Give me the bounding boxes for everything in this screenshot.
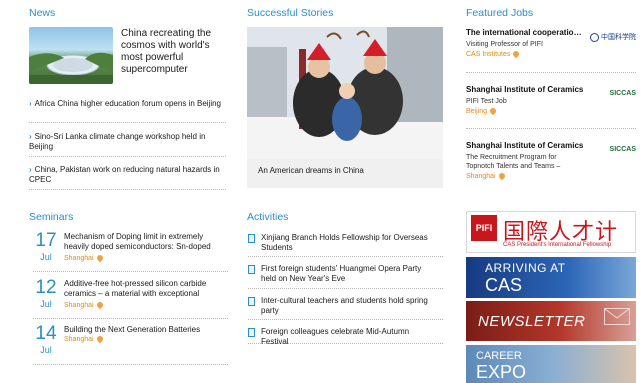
story-photo [247,27,443,159]
job-location: CAS Institutes [466,49,636,59]
chevron-right-icon: › [29,132,32,141]
news-item-title[interactable]: Sino-Sri Lanka climate change workshop h… [29,132,205,151]
seminar-day: 17 [35,230,57,251]
job-title[interactable]: Shanghai Institute of Ceramics [466,85,584,95]
job-location: Beijing [466,106,636,116]
envelope-icon [604,308,630,325]
activity-item[interactable]: First foreign students' Huangmei Opera P… [248,264,443,289]
banner-line-1: ARRIVING AT [485,261,566,275]
activity-title[interactable]: Xinjiang Branch Holds Fellowship for Ove… [261,233,437,253]
location-pin-icon [95,334,104,344]
seminars-heading: Seminars [29,211,74,223]
seminar-location: Shanghai [64,300,104,310]
job-title[interactable]: Shanghai Institute of Ceramics [466,141,584,151]
seminar-item[interactable]: 17 Jul Mechanism of Doping limit in extr… [33,230,228,272]
pifi-logo-mark: PIFI [471,215,497,241]
siccas-logo: SICCAS [586,146,636,160]
location-pin-icon [95,253,104,263]
pifi-banner[interactable]: PIFI 国際人才计划 CAS President's Internationa… [466,211,636,253]
arriving-at-cas-banner[interactable]: ARRIVING AT CAS [466,257,636,298]
jobs-heading: Featured Jobs [466,7,534,19]
pifi-subtitle: CAS President's International Fellowship [503,242,612,248]
job-location: Shanghai [466,171,636,181]
job-title[interactable]: The international cooperation... [466,28,584,38]
job-description: PIFI Test Job [466,98,507,105]
seminar-location-text: Shanghai [64,302,94,309]
seminar-day: 12 [35,277,57,298]
banner-line-1: CAREER [476,350,522,362]
news-heading: News [29,7,56,19]
news-lead-image[interactable] [29,27,113,84]
location-pin-icon [95,300,104,310]
seminar-day: 14 [35,323,57,344]
news-lead-headline[interactable]: China recreating the cosmos with world's… [121,28,231,76]
story-card[interactable]: An American dreams in China [247,27,443,188]
activity-item[interactable]: Xinjiang Branch Holds Fellowship for Ove… [248,233,443,257]
cas-logo-text: 中国科学院 [601,33,636,41]
seminar-month: Jul [40,345,52,355]
document-icon [248,297,255,306]
seminar-location: Shanghai [64,253,104,263]
activity-title[interactable]: Inter-cultural teachers and students hol… [261,296,437,316]
activity-item[interactable]: Inter-cultural teachers and students hol… [248,296,443,320]
activity-item[interactable]: Foreign colleagues celebrate Mid-Autumn … [248,327,443,347]
job-description: Visiting Professor of PIFI [466,41,543,48]
location-pin-icon [488,106,498,116]
siccas-logo-text: SICCAS [609,90,636,97]
activities-heading: Activities [247,211,289,223]
news-item[interactable]: › China, Pakistan work on reducing natura… [29,165,226,190]
family-photo-illustration [247,27,443,159]
activity-title[interactable]: First foreign students' Huangmei Opera P… [261,264,437,284]
seminar-item[interactable]: 14 Jul Building the Next Generation Batt… [33,323,228,365]
seminar-location-text: Shanghai [64,336,94,343]
document-icon [248,234,255,243]
document-icon [248,265,255,274]
career-expo-banner[interactable]: CAREER EXPO [466,345,636,383]
siccas-logo-text: SICCAS [609,146,636,153]
job-location-text: CAS Institutes [466,51,511,58]
chevron-right-icon: › [29,165,32,174]
cas-logo: 中国科学院 [586,32,636,46]
job-description: The Recruitment Program for Topnotch Tal… [466,154,561,170]
seminar-location-text: Shanghai [64,255,94,262]
news-item[interactable]: › Sino-Sri Lanka climate change workshop … [29,132,226,157]
chevron-right-icon: › [29,99,32,108]
seminar-month: Jul [40,299,52,309]
location-pin-icon [497,171,506,181]
news-item[interactable]: › Africa China higher education forum ope… [29,99,226,123]
job-location-text: Beijing [466,108,488,115]
seminar-month: Jul [40,252,52,262]
seminar-item[interactable]: 12 Jul Additive-free hot-pressed silicon… [33,277,228,319]
story-caption[interactable]: An American dreams in China [258,166,364,175]
siccas-logo: SICCAS [586,90,636,104]
newsletter-label: NEWSLETTER [478,313,586,330]
job-location-text: Shanghai [466,173,496,180]
stories-heading: Successful Stories [247,7,334,19]
banner-line-2: EXPO [476,362,527,382]
news-item-title[interactable]: Africa China higher education forum open… [35,99,221,108]
document-icon [248,328,255,337]
newsletter-banner[interactable]: NEWSLETTER [466,301,636,341]
location-pin-icon [512,49,521,59]
cas-emblem-icon [590,32,599,42]
activity-title[interactable]: Foreign colleagues celebrate Mid-Autumn … [261,327,437,347]
banner-line-2: CAS [485,275,523,295]
seminar-title[interactable]: Building the Next Generation Batteries [64,325,224,335]
news-item-title[interactable]: China, Pakistan work on reducing natural… [29,165,220,184]
seminar-title[interactable]: Mechanism of Doping limit in extremely h… [64,232,224,252]
seminar-title[interactable]: Additive-free hot-pressed silicon carbid… [64,279,224,299]
seminar-location: Shanghai [64,334,104,344]
telescope-picture [29,52,113,84]
